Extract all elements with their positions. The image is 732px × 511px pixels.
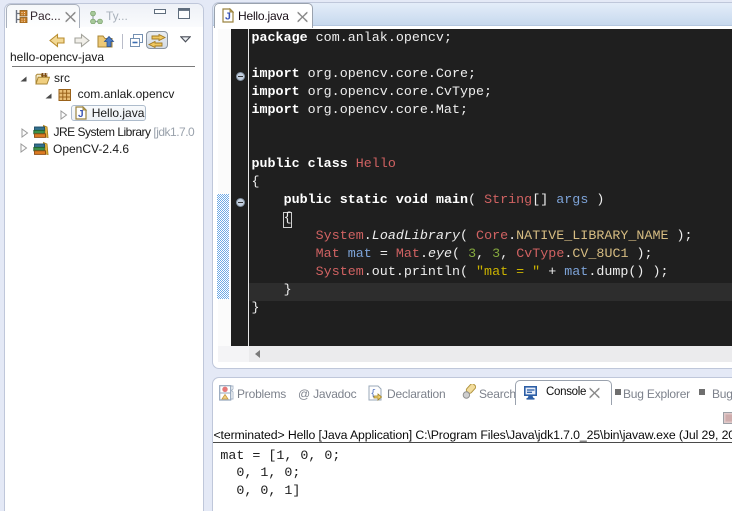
svg-text:J: J — [78, 109, 84, 120]
svg-text:J: J — [225, 11, 231, 23]
